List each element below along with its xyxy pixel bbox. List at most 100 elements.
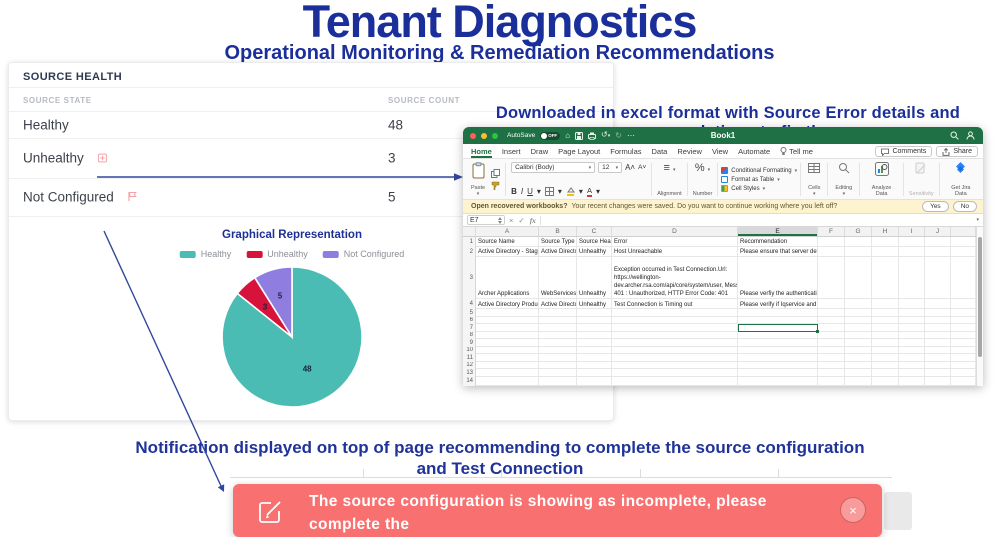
- cells-group[interactable]: Cells ▾: [804, 161, 824, 198]
- autosave-toggle[interactable]: OFF: [540, 132, 560, 140]
- sheet-cell[interactable]: [476, 347, 539, 355]
- column-header-J[interactable]: J: [925, 227, 951, 236]
- sheet-cell[interactable]: [872, 237, 899, 247]
- sheet-cell[interactable]: [845, 332, 872, 340]
- tell-me-button[interactable]: Tell me: [780, 147, 813, 156]
- sheet-cell[interactable]: [738, 369, 818, 377]
- sheet-cell[interactable]: Unhealthy: [577, 299, 612, 310]
- sheet-cell[interactable]: [925, 332, 951, 340]
- search-icon[interactable]: [950, 131, 959, 140]
- sheet-cell[interactable]: [872, 309, 899, 317]
- column-header-E[interactable]: E: [738, 227, 818, 236]
- sheet-cell[interactable]: Active Directory: [539, 299, 577, 310]
- sheet-cell[interactable]: [845, 362, 872, 370]
- minimize-window-button[interactable]: [481, 133, 487, 139]
- sheet-cell[interactable]: Test Connection is Timing out: [612, 299, 738, 310]
- column-header-G[interactable]: G: [845, 227, 872, 236]
- sheet-cell[interactable]: Active Directory - Staging: [476, 247, 539, 257]
- sheet-cell[interactable]: [818, 257, 845, 299]
- select-all-corner[interactable]: [463, 227, 476, 236]
- menu-tab-automate[interactable]: Automate: [738, 147, 770, 156]
- sheet-cell[interactable]: [872, 299, 899, 310]
- zoom-window-button[interactable]: [492, 133, 498, 139]
- underline-menu[interactable]: ▾: [537, 187, 541, 196]
- sheet-cell[interactable]: [539, 377, 577, 387]
- sheet-cell[interactable]: Please ensure that server details are co…: [738, 247, 818, 257]
- sheet-cell[interactable]: [818, 324, 845, 332]
- borders-icon[interactable]: [545, 187, 554, 196]
- sheet-cell[interactable]: [845, 257, 872, 299]
- sheet-cell[interactable]: [925, 257, 951, 299]
- sheet-cell[interactable]: [577, 309, 612, 317]
- sheet-cell[interactable]: [951, 339, 976, 347]
- sheet-cell[interactable]: [872, 332, 899, 340]
- sheet-cell[interactable]: [818, 237, 845, 247]
- sheet-cell[interactable]: [845, 317, 872, 325]
- format-as-table-button[interactable]: Format as Table▾: [721, 176, 797, 183]
- sheet-cell[interactable]: [951, 332, 976, 340]
- sheet-cell[interactable]: [925, 369, 951, 377]
- format-painter-icon[interactable]: [491, 181, 500, 190]
- alignment-group[interactable]: ≡ ▾ Alignment: [655, 161, 683, 198]
- sheet-cell[interactable]: [899, 347, 925, 355]
- sheet-cell[interactable]: [738, 332, 818, 340]
- sheet-cell[interactable]: [577, 369, 612, 377]
- sheet-cell[interactable]: [845, 247, 872, 257]
- grow-font-button[interactable]: A˄: [625, 163, 635, 172]
- editing-group[interactable]: Editing ▾: [831, 161, 856, 198]
- row-number[interactable]: 7: [463, 324, 476, 332]
- vertical-scrollbar[interactable]: [976, 227, 983, 386]
- sheet-cell[interactable]: [925, 324, 951, 332]
- sheet-cell[interactable]: [818, 309, 845, 317]
- sheet-cell[interactable]: [612, 332, 738, 340]
- sheet-cell[interactable]: [845, 339, 872, 347]
- sheet-cell[interactable]: [925, 339, 951, 347]
- recovery-no-button[interactable]: No: [953, 201, 977, 212]
- sheet-cell[interactable]: [818, 332, 845, 340]
- sheet-cell[interactable]: [539, 347, 577, 355]
- sheet-cell[interactable]: Host Unreachable: [612, 247, 738, 257]
- sheet-cell[interactable]: [899, 237, 925, 247]
- sheet-cell[interactable]: [738, 347, 818, 355]
- sheet-cell[interactable]: [872, 362, 899, 370]
- sheet-cell[interactable]: [872, 369, 899, 377]
- column-header-I[interactable]: I: [899, 227, 925, 236]
- column-header-H[interactable]: H: [872, 227, 899, 236]
- sheet-cell[interactable]: [951, 369, 976, 377]
- menu-tab-view[interactable]: View: [712, 147, 728, 156]
- sheet-cell[interactable]: Please verfiy the authentication details…: [738, 257, 818, 299]
- sheet-cell[interactable]: Archer Applications: [476, 257, 539, 299]
- sheet-cell[interactable]: [925, 354, 951, 362]
- sheet-cell[interactable]: [845, 354, 872, 362]
- sheet-cell[interactable]: [925, 377, 951, 387]
- menu-tab-draw[interactable]: Draw: [531, 147, 549, 156]
- sensitivity-button[interactable]: Sensitivity: [907, 161, 936, 198]
- sheet-cell[interactable]: [539, 309, 577, 317]
- sheet-cell[interactable]: [899, 324, 925, 332]
- sheet-cell[interactable]: [738, 362, 818, 370]
- sheet-cell[interactable]: [845, 309, 872, 317]
- underline-button[interactable]: U: [527, 187, 533, 196]
- column-header-B[interactable]: B: [539, 227, 577, 236]
- sheet-cell[interactable]: [818, 362, 845, 370]
- close-window-button[interactable]: [470, 133, 476, 139]
- confirm-entry-icon[interactable]: ✓: [518, 216, 524, 225]
- sheet-cell[interactable]: [577, 339, 612, 347]
- sheet-cell[interactable]: [845, 324, 872, 332]
- sheet-cell[interactable]: [872, 257, 899, 299]
- sheet-cell[interactable]: [899, 362, 925, 370]
- sheet-cell[interactable]: [899, 369, 925, 377]
- sheet-cell[interactable]: [612, 377, 738, 387]
- sheet-cell[interactable]: [899, 257, 925, 299]
- column-header-F[interactable]: F: [818, 227, 845, 236]
- sheet-cell[interactable]: [951, 237, 976, 247]
- sheet-cell[interactable]: [577, 377, 612, 387]
- sheet-cell[interactable]: [818, 247, 845, 257]
- sheet-cell[interactable]: [476, 309, 539, 317]
- sheet-cell[interactable]: Source Health: [577, 237, 612, 247]
- sheet-cell[interactable]: [845, 369, 872, 377]
- sheet-cell[interactable]: Recommendation: [738, 237, 818, 247]
- sheet-cell[interactable]: [476, 339, 539, 347]
- sheet-cell[interactable]: [738, 309, 818, 317]
- redo-icon[interactable]: ↻: [615, 132, 622, 140]
